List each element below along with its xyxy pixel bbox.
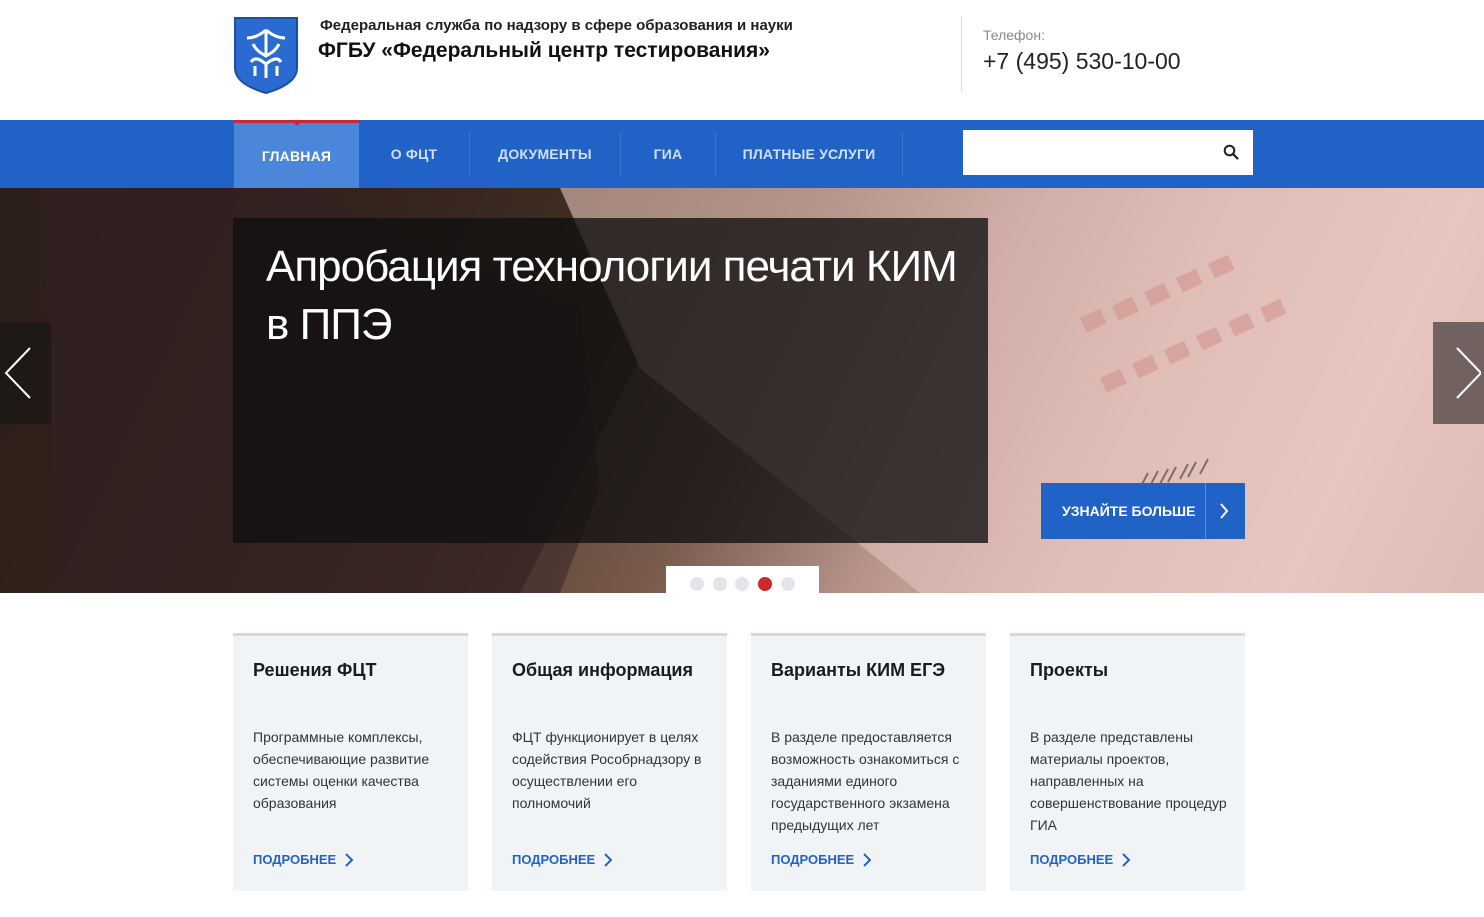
nav-item-home[interactable]: ГЛАВНАЯ: [234, 120, 359, 188]
hero-slider: Апробация технологии печати КИМ в ППЭ УЗ…: [0, 188, 1484, 593]
nav-item-gia[interactable]: ГИА: [621, 120, 715, 188]
chevron-right-icon: [345, 852, 354, 867]
card-more-link[interactable]: ПОДРОБНЕЕ: [771, 852, 872, 867]
card-more-label: ПОДРОБНЕЕ: [1030, 852, 1114, 867]
search-icon[interactable]: [1223, 144, 1239, 160]
card-text: Программные комплексы, обеспечивающие ра…: [253, 729, 430, 811]
slider-pagination: [666, 566, 819, 593]
card-text: ФЦТ функционирует в целях содействия Рос…: [512, 729, 702, 811]
card-title[interactable]: Проекты: [1030, 660, 1108, 681]
card-more-label: ПОДРОБНЕЕ: [771, 852, 855, 867]
slider-dot[interactable]: [690, 577, 704, 591]
chevron-right-icon: [1122, 852, 1131, 867]
card-title[interactable]: Решения ФЦТ: [253, 660, 377, 681]
card-solutions: Решения ФЦТ Программные комплексы, обесп…: [233, 633, 468, 891]
site-header: Федеральная служба по надзору в сфере об…: [0, 0, 1484, 120]
slider-dot[interactable]: [713, 577, 727, 591]
card-text: В разделе предоставляется возможность оз…: [771, 729, 960, 833]
phone-label: Телефон:: [983, 27, 1045, 43]
hero-caption-box: Апробация технологии печати КИМ в ППЭ: [233, 218, 988, 543]
emblem-icon[interactable]: [233, 16, 299, 94]
slider-dot-active[interactable]: [758, 577, 772, 591]
nav-item-about[interactable]: О ФЦТ: [359, 120, 469, 188]
chevron-right-icon: [1456, 347, 1481, 399]
chevron-right-icon: [604, 852, 613, 867]
chevron-right-icon: [1220, 503, 1229, 519]
header-divider: [961, 16, 962, 92]
learn-more-label: УЗНАЙТЕ БОЛЬШЕ: [1062, 503, 1196, 519]
button-divider: [1205, 483, 1206, 539]
slider-dot[interactable]: [735, 577, 749, 591]
main-nav: ГЛАВНАЯ О ФЦТ ДОКУМЕНТЫ ГИА ПЛАТНЫЕ УСЛУ…: [0, 120, 1484, 188]
chevron-right-icon: [863, 852, 872, 867]
card-more-link[interactable]: ПОДРОБНЕЕ: [512, 852, 613, 867]
hero-title[interactable]: Апробация технологии печати КИМ в ППЭ: [266, 238, 966, 354]
agency-name: Федеральная служба по надзору в сфере об…: [320, 17, 793, 34]
nav-divider: [902, 132, 903, 176]
nav-item-paid-services[interactable]: ПЛАТНЫЕ УСЛУГИ: [716, 120, 902, 188]
card-projects: Проекты В разделе представлены материалы…: [1010, 633, 1245, 891]
card-more-label: ПОДРОБНЕЕ: [512, 852, 596, 867]
card-text: В разделе представлены материалы проекто…: [1030, 729, 1227, 833]
nav-item-documents[interactable]: ДОКУМЕНТЫ: [470, 120, 620, 188]
phone-number[interactable]: +7 (495) 530-10-00: [983, 48, 1181, 75]
card-kim-variants: Варианты КИМ ЕГЭ В разделе предоставляет…: [751, 633, 986, 891]
card-general-info: Общая информация ФЦТ функционирует в цел…: [492, 633, 727, 891]
slider-prev-button[interactable]: [0, 322, 51, 424]
organization-name[interactable]: ФГБУ «Федеральный центр тестирования»: [318, 39, 770, 63]
slider-next-button[interactable]: [1433, 322, 1484, 424]
learn-more-button[interactable]: УЗНАЙТЕ БОЛЬШЕ: [1041, 483, 1245, 539]
card-more-link[interactable]: ПОДРОБНЕЕ: [1030, 852, 1131, 867]
card-more-label: ПОДРОБНЕЕ: [253, 852, 337, 867]
card-title[interactable]: Общая информация: [512, 660, 693, 681]
chevron-left-icon: [4, 347, 31, 399]
card-title[interactable]: Варианты КИМ ЕГЭ: [771, 660, 945, 681]
search-input[interactable]: [963, 130, 1227, 175]
search-box: [963, 130, 1253, 175]
card-more-link[interactable]: ПОДРОБНЕЕ: [253, 852, 354, 867]
slider-dot[interactable]: [781, 577, 795, 591]
